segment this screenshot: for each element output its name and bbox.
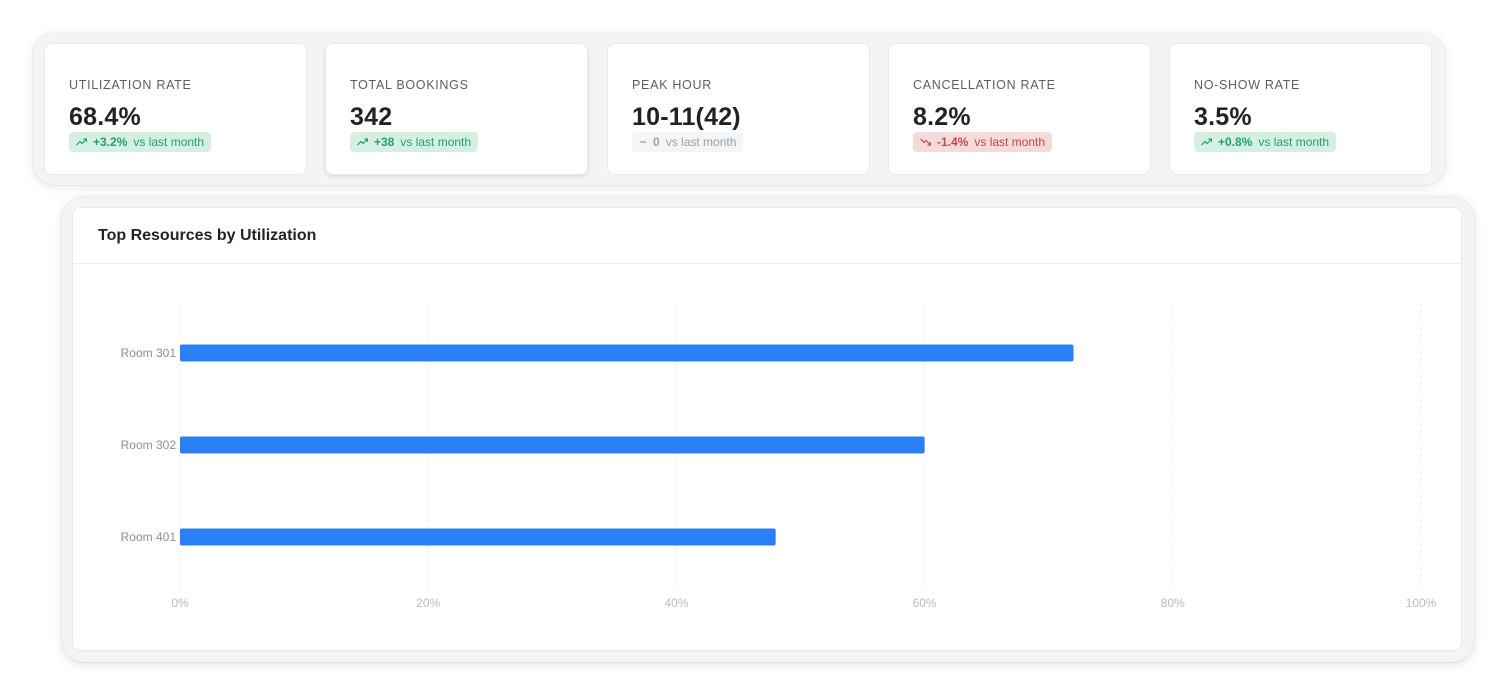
kpi-card-no-show-rate[interactable]: NO-SHOW RATE 3.5% +0.8% vs last month [1169, 43, 1432, 175]
kpi-value: 8.2% [913, 103, 971, 131]
kpi-card-peak-hour[interactable]: PEAK HOUR 10-11(42) 0 vs last month [607, 43, 870, 175]
trend-up-icon [76, 138, 87, 146]
kpi-label: CANCELLATION RATE [913, 78, 1056, 92]
bar [180, 528, 776, 546]
kpi-value: 68.4% [69, 103, 141, 131]
y-category-label: Room 301 [121, 346, 177, 360]
kpi-delta-badge: +0.8% vs last month [1194, 132, 1337, 152]
trend-down-icon [920, 138, 931, 146]
kpi-value: 10-11(42) [632, 103, 741, 131]
kpi-delta-badge: -1.4% vs last month [913, 132, 1053, 152]
delta-value: -1.4% [937, 135, 969, 149]
trend-up-icon [357, 138, 368, 146]
x-tick-label: 60% [913, 596, 937, 610]
y-category-label: Room 401 [121, 530, 177, 544]
trend-up-icon [1201, 138, 1212, 146]
bar [180, 436, 925, 454]
x-tick-label: 0% [171, 596, 189, 610]
kpi-label: PEAK HOUR [632, 78, 712, 92]
kpi-label: TOTAL BOOKINGS [350, 78, 469, 92]
chart-panel: Top Resources by Utilization 0% 20% 40% 60%… [62, 197, 1474, 662]
x-tick-label: 20% [416, 596, 440, 610]
x-tick-label: 40% [664, 596, 688, 610]
kpi-panel: UTILIZATION RATE 68.4% +3.2% vs last mon… [33, 33, 1445, 185]
delta-value: 0 [653, 135, 660, 149]
delta-text: vs last month [665, 135, 737, 149]
delta-text: vs last month [400, 135, 472, 149]
delta-text: vs last month [1258, 135, 1330, 149]
kpi-delta-badge: 0 vs last month [632, 132, 744, 152]
chart-card: Top Resources by Utilization 0% 20% 40% 60%… [72, 207, 1462, 651]
delta-text: vs last month [133, 135, 205, 149]
kpi-card-utilization-rate[interactable]: UTILIZATION RATE 68.4% +3.2% vs last mon… [44, 43, 307, 175]
kpi-value: 3.5% [1194, 103, 1252, 131]
bar [180, 344, 1074, 362]
delta-value: +0.8% [1218, 135, 1253, 149]
delta-value: +3.2% [93, 135, 128, 149]
kpi-label: UTILIZATION RATE [69, 78, 192, 92]
kpi-delta-badge: +38 vs last month [350, 132, 479, 152]
kpi-card-cancellation-rate[interactable]: CANCELLATION RATE 8.2% -1.4% vs last mon… [888, 43, 1151, 175]
kpi-label: NO-SHOW RATE [1194, 78, 1301, 92]
trend-flat-icon [639, 138, 647, 146]
utilization-bar-chart: 0% 20% 40% 60% 80% 100% Room 301 Room 302 Room 4… [121, 304, 1437, 610]
x-tick-label: 100% [1406, 596, 1437, 610]
delta-value: +38 [374, 135, 395, 149]
kpi-card-total-bookings[interactable]: TOTAL BOOKINGS 342 +38 vs last month [325, 43, 588, 175]
x-tick-label: 80% [1161, 596, 1185, 610]
y-category-label: Room 302 [121, 438, 177, 452]
delta-text: vs last month [974, 135, 1046, 149]
kpi-value: 342 [350, 103, 393, 131]
kpi-delta-badge: +3.2% vs last month [69, 132, 212, 152]
